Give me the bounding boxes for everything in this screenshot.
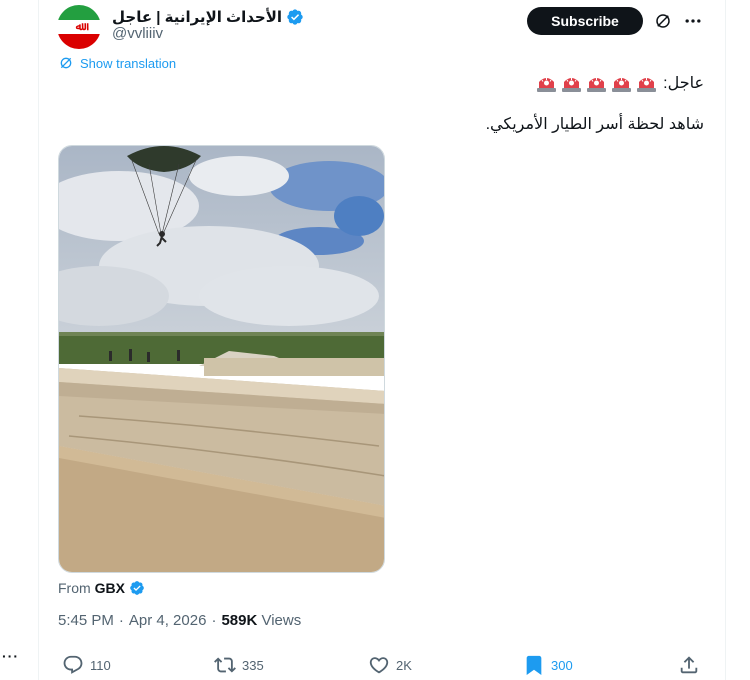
siren-emoji-row [536, 74, 657, 92]
media-source-row: From GBX [58, 580, 145, 596]
video-frame-image [59, 146, 384, 572]
meta-separator-2: · [211, 612, 217, 629]
grok-icon[interactable] [654, 12, 672, 30]
translate-icon [60, 57, 72, 69]
bookmark-button[interactable]: 300 [523, 652, 573, 678]
from-prefix: From [58, 580, 91, 596]
flag-green-stripe [57, 5, 101, 20]
like-count: 2K [396, 657, 412, 673]
bookmark-filled-icon [526, 655, 542, 676]
source-verified-badge-icon [130, 581, 144, 595]
author-handle[interactable]: @vvliiiv [112, 25, 163, 42]
flag-emblem-icon: ﷲ [75, 21, 83, 33]
action-bar: 110 335 2K 300 [58, 652, 704, 678]
tweet-text-line-1: عاجل: [536, 73, 704, 93]
side-more-dots[interactable]: ··· [2, 648, 19, 664]
views-count: 589K [221, 612, 258, 629]
tweet-video[interactable] [58, 145, 385, 573]
siren-emoji-icon [612, 78, 632, 92]
siren-emoji-icon [537, 78, 557, 92]
heart-icon [369, 657, 389, 674]
author-display-name[interactable]: الأحداث الإيرانية | عاجل [112, 8, 282, 26]
tweet-meta-row: 5:45 PM · Apr 4, 2026 · 589K Views [58, 612, 301, 629]
siren-emoji-icon [637, 78, 657, 92]
siren-emoji-icon [587, 78, 607, 92]
siren-emoji-icon [562, 78, 582, 92]
repost-button[interactable]: 335 [214, 652, 264, 678]
show-translation-label[interactable]: Show translation [80, 56, 176, 71]
avatar[interactable]: ﷲ [57, 5, 101, 49]
verified-badge-icon [287, 9, 303, 25]
share-icon [680, 656, 698, 674]
views-label: Views [261, 612, 302, 629]
reply-count: 110 [90, 657, 111, 673]
tweet-time[interactable]: 5:45 PM [58, 612, 114, 629]
subscribe-button[interactable]: Subscribe [527, 7, 643, 35]
tweet-text-line-2: شاهد لحظة أسر الطيار الأمريكي. [485, 116, 704, 133]
share-button[interactable] [678, 652, 700, 678]
reply-button[interactable]: 110 [62, 652, 111, 678]
bookmark-count: 300 [551, 657, 573, 673]
flag-red-stripe [57, 34, 101, 49]
tweet-breaking-label: عاجل: [663, 75, 704, 92]
reply-icon [63, 655, 83, 674]
like-button[interactable]: 2K [368, 652, 412, 678]
show-translation-link[interactable]: Show translation [58, 54, 176, 72]
repost-count: 335 [242, 657, 264, 673]
media-source-name[interactable]: GBX [95, 580, 125, 596]
repost-icon [214, 657, 236, 673]
more-options-icon[interactable] [683, 11, 703, 31]
meta-separator: · [118, 612, 124, 629]
tweet-date[interactable]: Apr 4, 2026 [129, 612, 207, 629]
